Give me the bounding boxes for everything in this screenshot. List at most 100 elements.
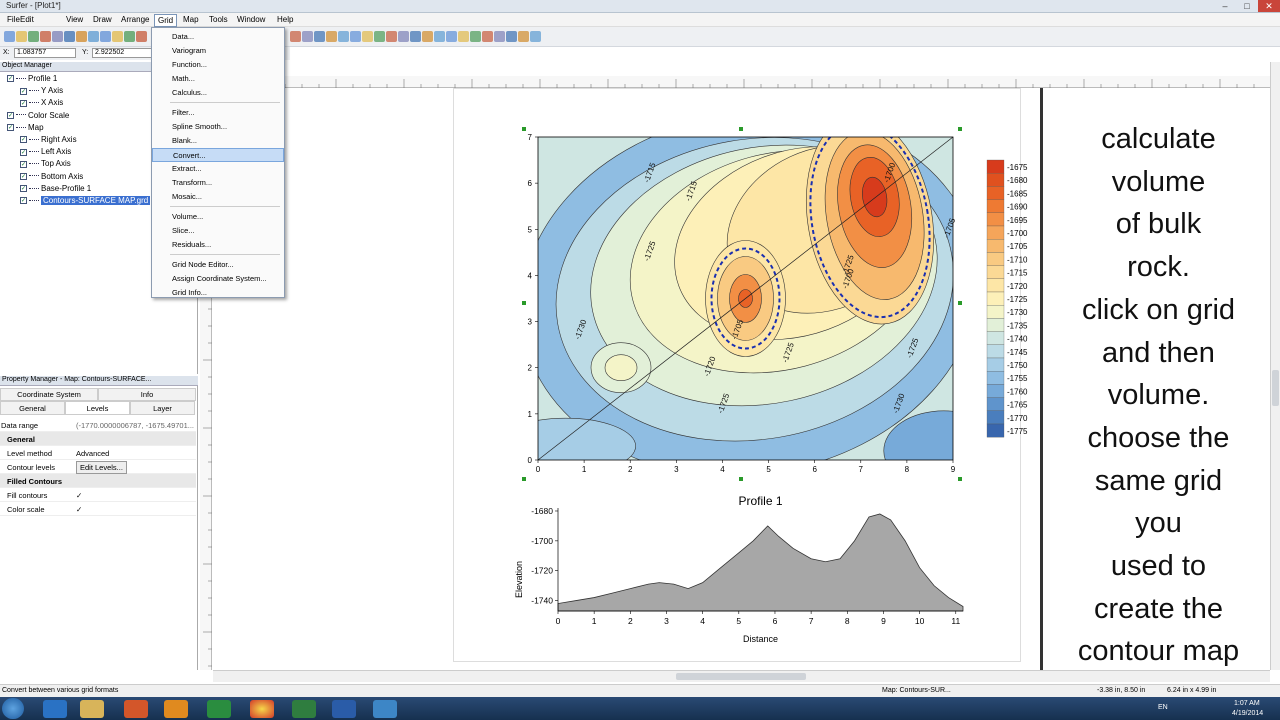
tree-item[interactable]: ✓ Top Axis (20, 159, 71, 168)
plot-graphics[interactable]: -1715-1715-1700-1705-1725-1725-1705-1720… (213, 88, 1043, 670)
visibility-checkbox[interactable]: ✓ (20, 197, 27, 205)
toolbar-button-icon[interactable] (326, 31, 337, 42)
toolbar-button-icon[interactable] (76, 31, 87, 42)
property-tab[interactable]: General (0, 401, 65, 415)
chrome-icon[interactable] (250, 700, 274, 718)
menu-grid[interactable]: Grid (154, 14, 178, 27)
grid-menu-item[interactable]: Extract... (152, 162, 284, 176)
maximize-button[interactable]: □ (1236, 0, 1258, 12)
ie-icon[interactable] (43, 700, 67, 718)
property-tab[interactable]: Coordinate System (0, 388, 98, 401)
selection-handle[interactable] (958, 127, 962, 131)
toolbar-button-icon[interactable] (88, 31, 99, 42)
toolbar-button-icon[interactable] (350, 31, 361, 42)
grid-menu-item[interactable]: Slice... (152, 224, 284, 238)
menu-tools[interactable]: Tools (206, 14, 231, 25)
grid-menu-item[interactable]: Blank... (152, 134, 284, 148)
grid-menu-item[interactable]: Variogram (152, 44, 284, 58)
tree-item[interactable]: ✓ Map (7, 123, 44, 132)
toolbar-button-icon[interactable] (4, 31, 15, 42)
visibility-checkbox[interactable]: ✓ (7, 111, 14, 119)
surfer-icon[interactable] (373, 700, 397, 718)
toolbar-button-icon[interactable] (28, 31, 39, 42)
toolbar-button-icon[interactable] (52, 31, 63, 42)
tree-item[interactable]: ✓ Base-Profile 1 (20, 184, 91, 193)
grid-menu-item[interactable]: Math... (152, 72, 284, 86)
grid-menu-item[interactable]: Mosaic... (152, 190, 284, 204)
toolbar-button-icon[interactable] (398, 31, 409, 42)
toolbar-button-icon[interactable] (458, 31, 469, 42)
toolbar-button-icon[interactable] (506, 31, 517, 42)
grid-menu-item[interactable]: Calculus... (152, 86, 284, 100)
selection-handle[interactable] (522, 477, 526, 481)
horizontal-scroll-thumb[interactable] (676, 673, 806, 680)
visibility-checkbox[interactable]: ✓ (20, 185, 27, 193)
clock-time[interactable]: 1:07 AM (1234, 700, 1260, 707)
grid-menu-item[interactable]: Filter... (152, 106, 284, 120)
toolbar-button-icon[interactable] (100, 31, 111, 42)
selection-handle[interactable] (958, 301, 962, 305)
media-player-icon[interactable] (124, 700, 148, 718)
grid-menu-item[interactable]: Residuals... (152, 238, 284, 252)
grid-menu-item[interactable]: Grid Info... (152, 286, 284, 300)
toolbar-button-icon[interactable] (446, 31, 457, 42)
selection-handle[interactable] (522, 301, 526, 305)
selection-handle[interactable] (739, 477, 743, 481)
menu-view[interactable]: View (63, 14, 86, 25)
visibility-checkbox[interactable]: ✓ (20, 148, 27, 156)
tree-item[interactable]: ✓ Y Axis (20, 86, 63, 95)
toolbar-button-icon[interactable] (362, 31, 373, 42)
toolbar-button-icon[interactable] (40, 31, 51, 42)
horizontal-scrollbar[interactable] (213, 670, 1270, 682)
tree-item[interactable]: ✓ Bottom Axis (20, 172, 83, 181)
tree-item[interactable]: ✓ Contours-SURFACE MAP.grd (20, 196, 151, 205)
menu-draw[interactable]: Draw (90, 14, 115, 25)
property-tab[interactable]: Info (98, 388, 196, 401)
start-icon[interactable] (2, 698, 24, 719)
visibility-checkbox[interactable]: ✓ (7, 75, 14, 83)
grid-menu-item[interactable]: Assign Coordinate System... (152, 272, 284, 286)
excel-icon[interactable] (207, 700, 231, 718)
app-icon[interactable] (292, 700, 316, 718)
minimize-button[interactable]: – (1214, 0, 1236, 12)
tree-item[interactable]: ✓ Left Axis (20, 147, 71, 156)
language-indicator[interactable]: EN (1158, 704, 1168, 711)
toolbar-button-icon[interactable] (338, 31, 349, 42)
property-tab[interactable]: Levels (65, 401, 130, 415)
toolbar-button-icon[interactable] (64, 31, 75, 42)
property-value[interactable]: Edit Levels... (76, 461, 127, 474)
x-coord-field[interactable]: 1.083757 (14, 48, 76, 58)
toolbar-button-icon[interactable] (112, 31, 123, 42)
toolbar-button-icon[interactable] (410, 31, 421, 42)
y-coord-field[interactable]: 2.922502 (92, 48, 152, 58)
toolbar-button-icon[interactable] (470, 31, 481, 42)
menu-map[interactable]: Map (180, 14, 202, 25)
toolbar-button-icon[interactable] (530, 31, 541, 42)
property-value[interactable]: ✓ (76, 491, 82, 500)
toolbar-button-icon[interactable] (314, 31, 325, 42)
toolbar-button-icon[interactable] (290, 31, 301, 42)
tree-item[interactable]: ✓ Color Scale (7, 111, 69, 120)
selection-handle[interactable] (522, 127, 526, 131)
toolbar-button-icon[interactable] (422, 31, 433, 42)
menu-window[interactable]: Window (234, 14, 268, 25)
toolbar-button-icon[interactable] (482, 31, 493, 42)
toolbar-button-icon[interactable] (16, 31, 27, 42)
grid-menu-item[interactable]: Convert... (152, 148, 284, 162)
property-tab[interactable]: Layer (130, 401, 195, 415)
folder-icon[interactable] (80, 700, 104, 718)
toolbar-button-icon[interactable] (136, 31, 147, 42)
grid-menu-item[interactable]: Transform... (152, 176, 284, 190)
tree-item[interactable]: ✓ X Axis (20, 98, 63, 107)
visibility-checkbox[interactable]: ✓ (20, 87, 27, 95)
clock-date[interactable]: 4/19/2014 (1232, 710, 1263, 717)
toolbar-button-icon[interactable] (374, 31, 385, 42)
grid-menu-item[interactable]: Spline Smooth... (152, 120, 284, 134)
property-value[interactable]: ✓ (76, 505, 82, 514)
word-icon[interactable] (332, 700, 356, 718)
vertical-scrollbar[interactable] (1270, 62, 1280, 670)
vertical-scroll-thumb[interactable] (1272, 370, 1279, 406)
tree-item[interactable]: ✓ Profile 1 (7, 74, 57, 83)
menu-edit[interactable]: Edit (17, 14, 37, 25)
profile-area[interactable] (557, 513, 964, 612)
